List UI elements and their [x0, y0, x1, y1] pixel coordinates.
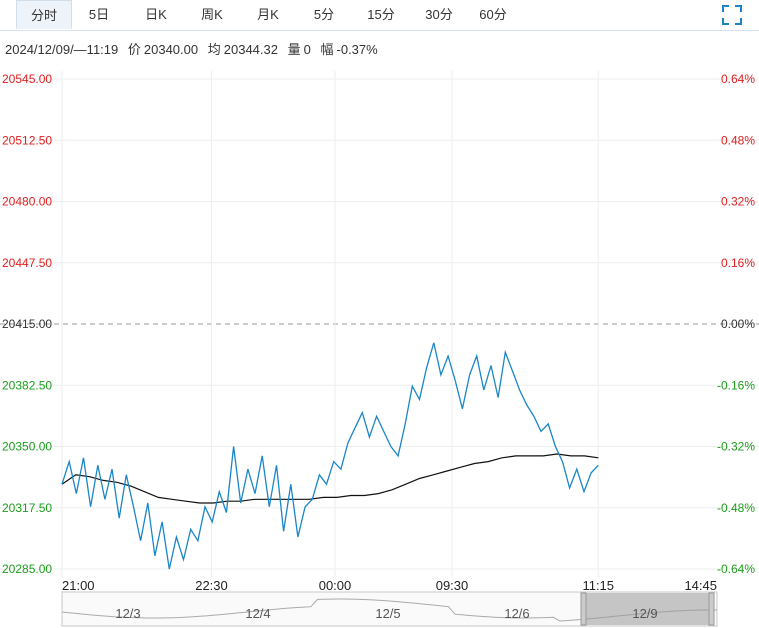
navigator-date-label: 12/6: [504, 606, 529, 621]
percent-tick-label: -0.16%: [717, 378, 755, 392]
time-tick-label: 09:30: [436, 578, 469, 593]
navigator-sparkline: [61, 598, 717, 622]
range-navigator: 12/3 12/4 12/5 12/6 12/9: [61, 591, 718, 627]
time-tick-label: 00:00: [319, 578, 352, 593]
price-line: [61, 342, 599, 570]
intraday-chart: 20545.00 20512.50 20480.00 20447.50 20415.00…: [0, 71, 759, 627]
price-tick-label: 20415.00: [2, 317, 52, 331]
price-value: 20340.00: [143, 42, 199, 57]
navigator-date-label: 12/4: [245, 606, 270, 621]
navigator-date-label: 12/3: [115, 606, 140, 621]
price-tick-label: 20382.50: [2, 378, 52, 392]
chart-grid: [0, 71, 759, 577]
price-tick-label: 20317.50: [2, 501, 52, 515]
change-value: -0.37%: [336, 42, 378, 57]
tab-5-day[interactable]: 5日: [76, 0, 122, 30]
percent-tick-label: 0.64%: [721, 72, 755, 86]
volume-value: 0: [303, 42, 311, 57]
avg-value: 20344.32: [223, 42, 278, 57]
price-tick-label: 20512.50: [2, 133, 52, 147]
average-price-series: [61, 453, 599, 504]
tab-daily-k[interactable]: 日K: [133, 0, 179, 30]
time-tick-label: 14:45: [684, 578, 717, 593]
navigator-selection: [585, 593, 711, 625]
quote-info-bar: 2024/12/09/—11:19 价 20340.00 均 20344.32 量0…: [5, 39, 384, 58]
time-tick-label: 21:00: [62, 578, 95, 593]
percent-tick-label: -0.48%: [717, 501, 755, 515]
navigator-right-handle: [708, 592, 715, 626]
price-tick-label: 20545.00: [2, 72, 52, 86]
tab-weekly-k[interactable]: 周K: [189, 0, 235, 30]
price-tick-label: 20480.00: [2, 195, 52, 209]
tab-monthly-k[interactable]: 月K: [245, 0, 291, 30]
tab-15-min[interactable]: 15分: [356, 0, 406, 30]
expand-icon[interactable]: [721, 4, 743, 26]
price-tick-label: 20447.50: [2, 256, 52, 270]
navigator-frame: [61, 591, 718, 627]
tab-intraday[interactable]: 分时: [16, 0, 72, 29]
navigator-left-handle: [580, 592, 587, 626]
percent-axis-labels: 0.64% 0.48% 0.32% 0.16% 0.00% -0.16% -0.32% -0.…: [717, 72, 755, 576]
percent-tick-label: 0.00%: [721, 317, 755, 331]
price-tick-label: 20285.00: [2, 562, 52, 576]
time-tick-label: 11:15: [582, 578, 614, 593]
average-line: [61, 453, 599, 504]
percent-tick-label: 0.48%: [721, 133, 755, 147]
price-series: [61, 342, 599, 570]
tab-60-min[interactable]: 60分: [468, 0, 518, 30]
percent-tick-label: 0.32%: [721, 195, 755, 209]
percent-tick-label: 0.16%: [721, 256, 755, 270]
quote-datetime: 2024/12/09/—11:19: [5, 42, 119, 57]
navigator-date-label: 12/9: [632, 606, 657, 621]
price-tick-label: 20350.00: [2, 440, 52, 454]
change-label: 幅: [320, 42, 334, 57]
tab-5-min[interactable]: 5分: [301, 0, 347, 30]
price-axis-labels: 20545.00 20512.50 20480.00 20447.50 20415.00…: [2, 72, 52, 576]
period-tab-bar: 分时 5日 日K 周K 月K 5分 15分 30分 60分: [0, 0, 759, 31]
percent-tick-label: -0.64%: [717, 562, 755, 576]
avg-label: 均: [207, 42, 221, 57]
volume-label: 量: [287, 42, 301, 57]
navigator-date-label: 12/5: [375, 606, 400, 621]
price-label: 价: [127, 42, 141, 57]
percent-tick-label: -0.32%: [717, 440, 755, 454]
tab-30-min[interactable]: 30分: [414, 0, 464, 30]
time-tick-label: 22:30: [195, 578, 228, 593]
time-axis-labels: 21:00 22:30 00:00 09:30 11:15 14:45: [62, 578, 717, 593]
